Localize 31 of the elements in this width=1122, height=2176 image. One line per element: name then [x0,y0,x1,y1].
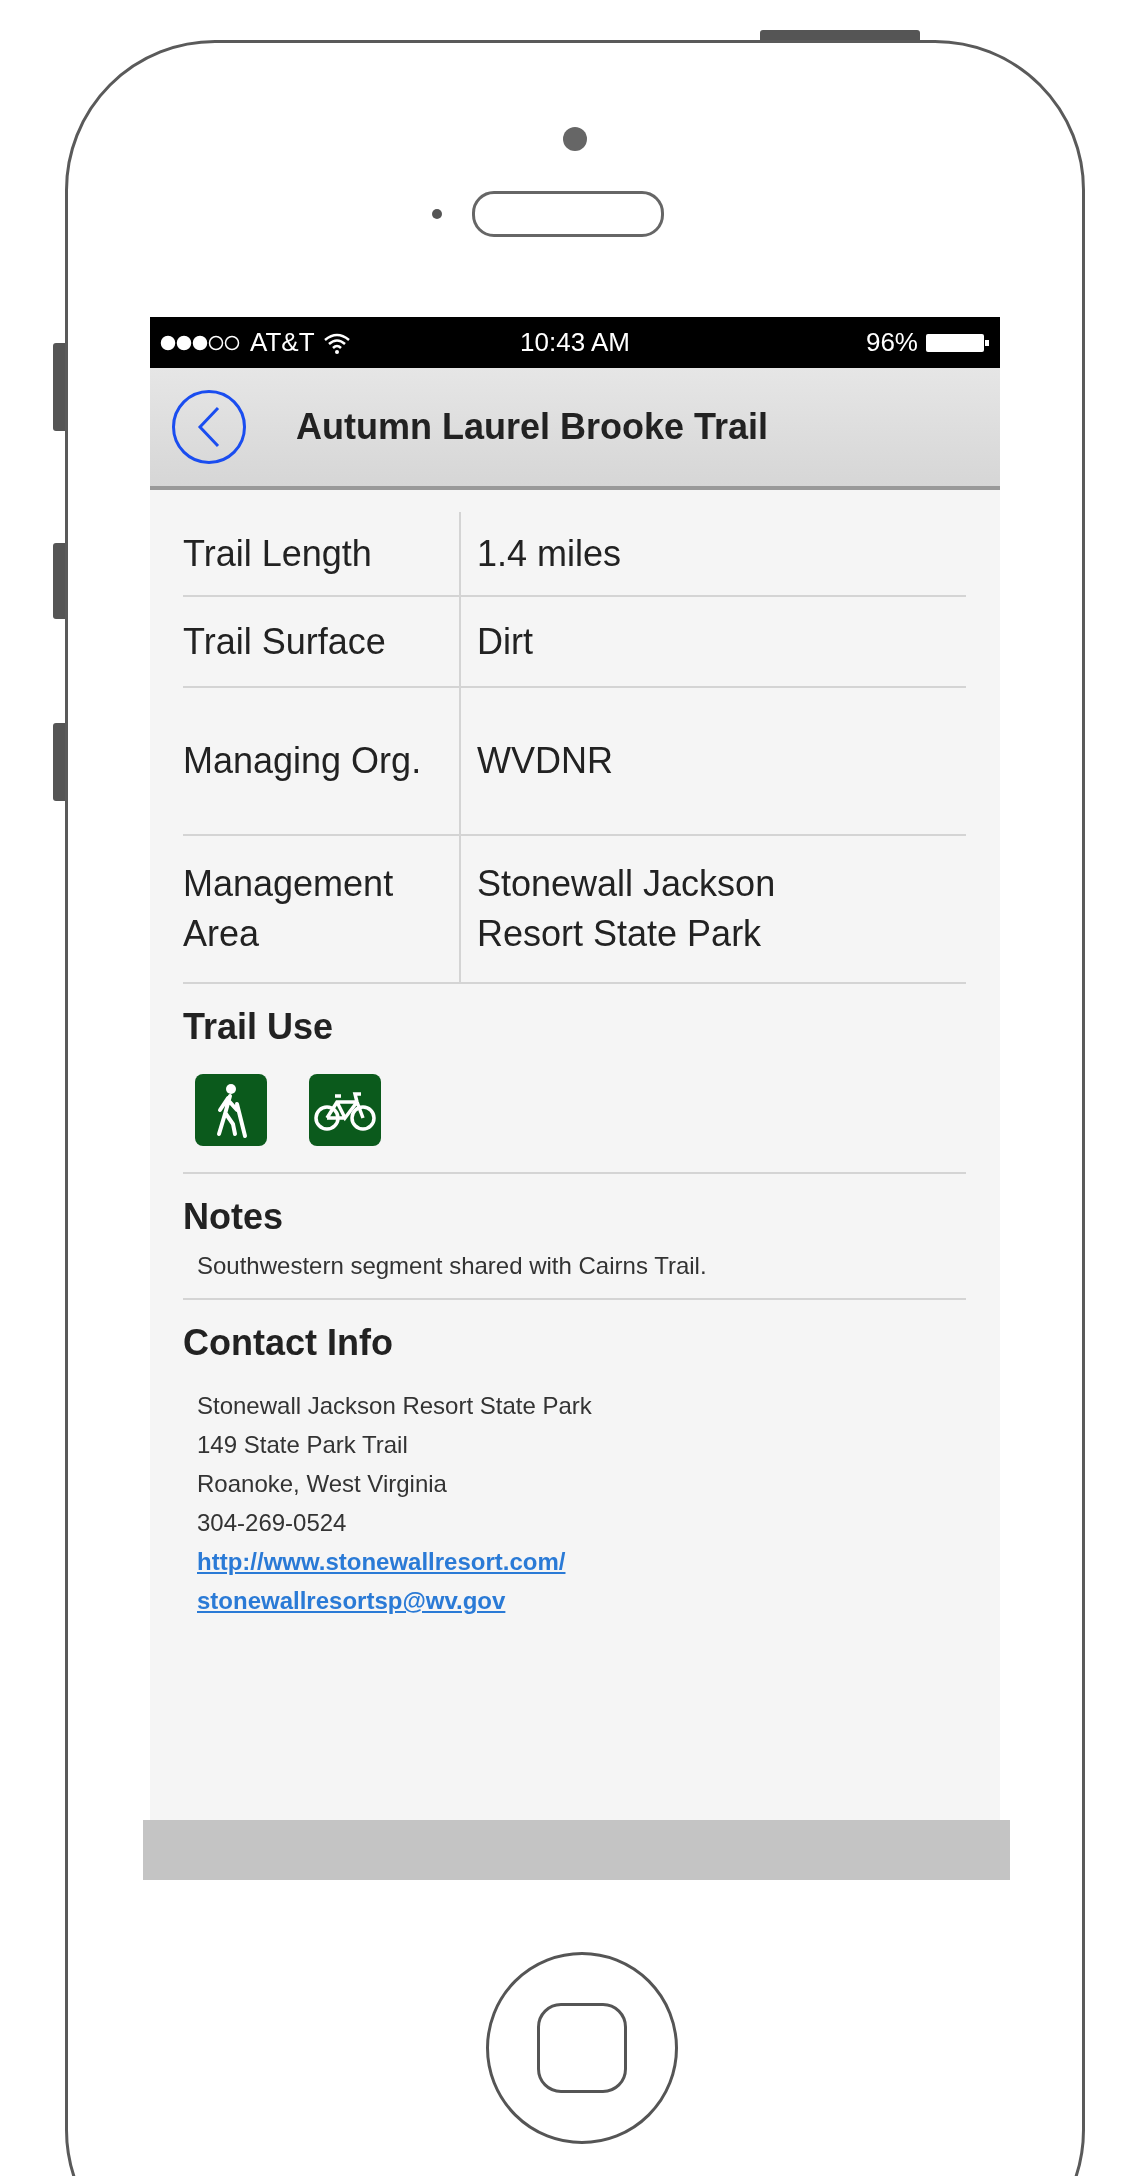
bicycle-icon [309,1074,381,1146]
detail-label: Trail Length [183,531,372,576]
battery-icon [926,332,990,353]
detail-label: Managing Org. [183,739,422,783]
hiker-icon [195,1074,267,1146]
detail-value: WVDNR [477,739,613,783]
clock-time: 10:43 AM [520,327,630,358]
detail-value: 1.4 miles [477,531,622,576]
section-heading: Trail Use [183,1006,335,1048]
section-heading: Contact Info [183,1322,394,1364]
home-button[interactable] [486,1952,678,2144]
contact-link[interactable]: http://www.stonewallresort.com/ [197,1542,566,1581]
signal-icon [160,334,242,351]
contact-line: 304-269-0524 [197,1508,348,1538]
battery-percent: 96% [865,327,918,358]
detail-label: Trail Surface [183,619,386,664]
detail-label: Management Area [183,862,395,956]
notes-text: Southwestern segment shared with Cairns Trail. [197,1252,708,1280]
back-button[interactable] [172,390,246,464]
sensor-dot [431,209,442,219]
detail-value: Stonewall Jackson Resort State Park [477,862,777,956]
contact-line: 149 State Park Trail [197,1430,409,1460]
detail-value: Dirt [477,619,533,664]
contact-line: Roanoke, West Virginia [197,1469,448,1499]
screen-title: Autumn Laurel Brooke Trail [296,406,769,448]
wifi-icon [322,331,351,354]
section-heading: Notes [183,1196,285,1238]
contact-link[interactable]: stonewallresortsp@wv.gov [197,1581,506,1620]
carrier-name: AT&T [250,327,315,358]
camera-dot [563,127,587,151]
contact-line: Stonewall Jackson Resort State Park [197,1391,593,1421]
